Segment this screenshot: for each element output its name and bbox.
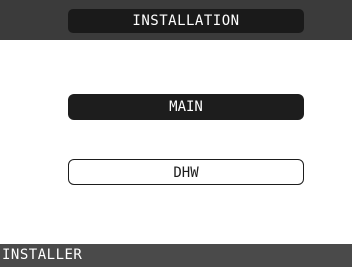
page-title: INSTALLATION — [68, 9, 304, 33]
header-bar: INSTALLATION — [0, 0, 352, 40]
main-menu-button[interactable]: MAIN — [68, 94, 304, 120]
dhw-menu-button[interactable]: DHW — [68, 159, 304, 185]
footer-status-bar: INSTALLER — [0, 244, 352, 267]
